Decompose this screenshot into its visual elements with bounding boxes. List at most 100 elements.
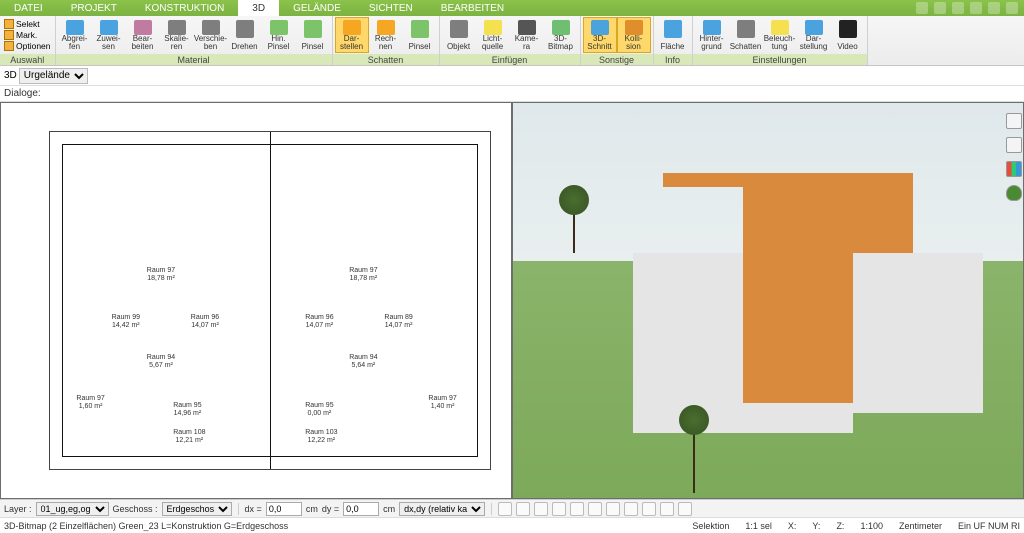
lighting-button[interactable]: Beleuch- tung bbox=[763, 17, 797, 53]
view-icon-rail bbox=[1003, 113, 1023, 201]
menu-sichten[interactable]: SICHTEN bbox=[355, 0, 427, 16]
ribbon-group-label: Info bbox=[654, 54, 692, 65]
3d-view-pane[interactable] bbox=[513, 103, 1023, 498]
tool-icon-6[interactable] bbox=[588, 502, 602, 516]
dialog-row: Dialoge: bbox=[0, 86, 1024, 102]
menu-3d[interactable]: 3D bbox=[238, 0, 279, 16]
camera-button[interactable]: Kame- ra bbox=[510, 17, 544, 53]
video-button[interactable]: Video bbox=[831, 17, 865, 53]
background-button[interactable]: Hinter- grund bbox=[695, 17, 729, 53]
area-button[interactable]: Fläche bbox=[656, 17, 690, 53]
dx-input[interactable] bbox=[266, 502, 302, 516]
edit-button[interactable]: Bear- beiten bbox=[126, 17, 160, 53]
move-button[interactable]: Verschie- ben bbox=[194, 17, 228, 53]
minimize-icon[interactable] bbox=[988, 2, 1000, 14]
3d-scene bbox=[513, 103, 1023, 498]
status-scale: 1:100 bbox=[860, 521, 883, 531]
geschoss-select[interactable]: Erdgeschos bbox=[162, 502, 232, 516]
dy-input[interactable] bbox=[343, 502, 379, 516]
menu-gelaende[interactable]: GELÄNDE bbox=[279, 0, 355, 16]
assign-button[interactable]: Zuwei- sen bbox=[92, 17, 126, 53]
calc-button[interactable]: Rech- nen bbox=[369, 17, 403, 53]
menu-konstruktion[interactable]: KONSTRUKTION bbox=[131, 0, 238, 16]
bitmap3d-button[interactable]: 3D- Bitmap bbox=[544, 17, 578, 53]
area-icon bbox=[664, 20, 682, 38]
tool-icon-4[interactable] bbox=[552, 502, 566, 516]
tool-icon-2[interactable] bbox=[516, 502, 530, 516]
camera-icon bbox=[518, 20, 536, 35]
light-button[interactable]: Licht- quelle bbox=[476, 17, 510, 53]
ribbon-button-label: Fläche bbox=[660, 43, 684, 51]
tool-icon-5[interactable] bbox=[570, 502, 584, 516]
edit-icon bbox=[134, 20, 152, 35]
menu-datei[interactable]: DATEI bbox=[0, 0, 57, 16]
tool-icon-7[interactable] bbox=[606, 502, 620, 516]
floorplan-pane[interactable]: Raum 97 18,78 m²Raum 99 14,42 m²Raum 96 … bbox=[1, 103, 511, 498]
ribbon-button-label: Zuwei- sen bbox=[96, 35, 120, 51]
bottom-toolbar: Layer : 01_ug,eg,og Geschoss : Erdgescho… bbox=[0, 499, 1024, 517]
tool-icon-8[interactable] bbox=[624, 502, 638, 516]
titlebar-icon-2[interactable] bbox=[934, 2, 946, 14]
titlebar-icon-1[interactable] bbox=[916, 2, 928, 14]
status-left: 3D-Bitmap (2 Einzelflächen) Green_23 L=K… bbox=[4, 521, 288, 531]
brush-button[interactable]: Pinsel bbox=[296, 17, 330, 53]
status-scale-sel: 1:1 sel bbox=[745, 521, 772, 531]
palette-icon[interactable] bbox=[1006, 161, 1022, 177]
ribbon-button-label: Drehen bbox=[231, 43, 257, 51]
display-button[interactable]: Dar- stellung bbox=[797, 17, 831, 53]
tool-icon-1[interactable] bbox=[498, 502, 512, 516]
layer-select[interactable]: 01_ug,eg,og bbox=[36, 502, 109, 516]
rotate-button[interactable]: Drehen bbox=[228, 17, 262, 53]
pick-button[interactable]: Abgrei- fen bbox=[58, 17, 92, 53]
ribbon-button-label: Hinter- grund bbox=[699, 35, 723, 51]
rotate-icon bbox=[236, 20, 254, 38]
status-x: X: bbox=[788, 521, 797, 531]
tool-icon-9[interactable] bbox=[642, 502, 656, 516]
furniture-icon[interactable] bbox=[1006, 137, 1022, 153]
ribbon-stack-label: Optionen bbox=[16, 41, 51, 51]
room-label: Raum 97 1,60 m² bbox=[76, 395, 104, 411]
object-button[interactable]: Objekt bbox=[442, 17, 476, 53]
collision-button[interactable]: Kolli- sion bbox=[617, 17, 651, 53]
sub-toolbar: 3D Urgelände bbox=[0, 66, 1024, 86]
options-icon[interactable]: Optionen bbox=[4, 41, 51, 51]
select-icon[interactable]: Selekt bbox=[4, 19, 51, 29]
tool-icon-10[interactable] bbox=[660, 502, 674, 516]
ribbon-button-label: Skalie- ren bbox=[164, 35, 188, 51]
shadow-button[interactable]: Schatten bbox=[729, 17, 763, 53]
scale-button[interactable]: Skalie- ren bbox=[160, 17, 194, 53]
help-icon[interactable] bbox=[970, 2, 982, 14]
brush-back-button[interactable]: Hin. Pinsel bbox=[262, 17, 296, 53]
mark-icon[interactable]: Mark. bbox=[4, 30, 51, 40]
menu-bearbeiten[interactable]: BEARBEITEN bbox=[427, 0, 518, 16]
layer-label: Layer : bbox=[4, 504, 32, 514]
tree-icon[interactable] bbox=[1006, 185, 1022, 201]
ribbon-group-label: Sonstige bbox=[581, 54, 653, 65]
maximize-icon[interactable] bbox=[1006, 2, 1018, 14]
ribbon-group-label: Einfügen bbox=[440, 54, 580, 65]
pick-icon bbox=[66, 20, 84, 35]
bitmap3d-icon bbox=[552, 20, 570, 35]
room-label: Raum 108 12,21 m² bbox=[173, 429, 205, 445]
room-label: Raum 89 14,07 m² bbox=[384, 314, 412, 330]
layers-icon[interactable] bbox=[1006, 113, 1022, 129]
terrain-select[interactable]: Urgelände bbox=[19, 68, 88, 84]
section3d-icon bbox=[591, 20, 609, 35]
show-button[interactable]: Dar- stellen bbox=[335, 17, 369, 53]
room-label: Raum 96 14,07 m² bbox=[305, 314, 333, 330]
select-icon bbox=[4, 19, 14, 29]
ribbon-group-label: Einstellungen bbox=[693, 54, 867, 65]
room-label: Raum 97 18,78 m² bbox=[147, 267, 175, 283]
tool-icon-11[interactable] bbox=[678, 502, 692, 516]
ribbon-button-label: Bear- beiten bbox=[132, 35, 154, 51]
options-icon bbox=[4, 41, 14, 51]
titlebar-icon-3[interactable] bbox=[952, 2, 964, 14]
relative-select[interactable]: dx,dy (relativ ka bbox=[399, 502, 485, 516]
section3d-button[interactable]: 3D- Schnitt bbox=[583, 17, 617, 53]
menu-projekt[interactable]: PROJEKT bbox=[57, 0, 131, 16]
geschoss-label: Geschoss : bbox=[113, 504, 158, 514]
tool-icon-3[interactable] bbox=[534, 502, 548, 516]
brush2-button[interactable]: Pinsel bbox=[403, 17, 437, 53]
room-label: Raum 97 18,78 m² bbox=[349, 267, 377, 283]
ribbon-button-label: Kame- ra bbox=[515, 35, 539, 51]
